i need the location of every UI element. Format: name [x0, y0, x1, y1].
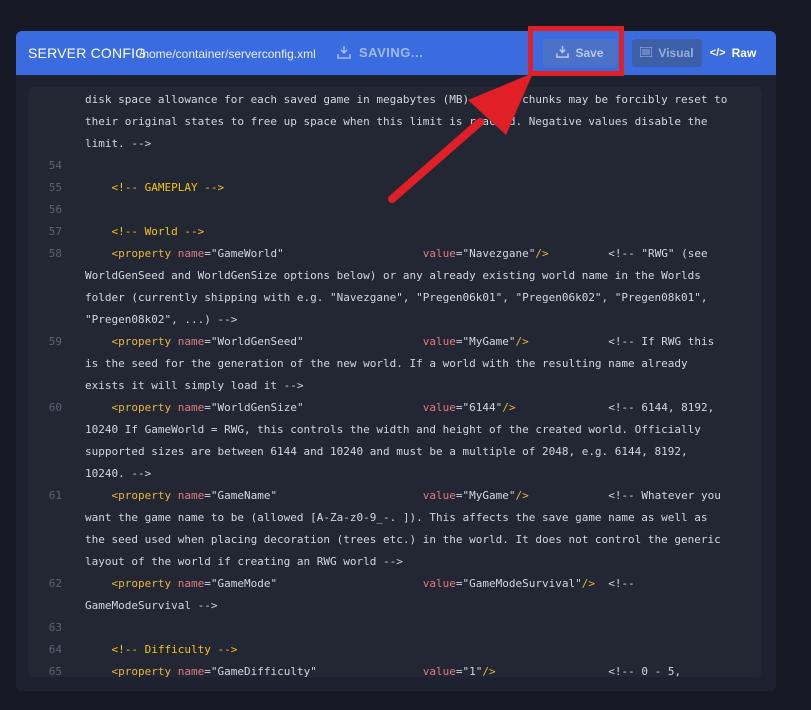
annotation-arrow [388, 73, 533, 203]
